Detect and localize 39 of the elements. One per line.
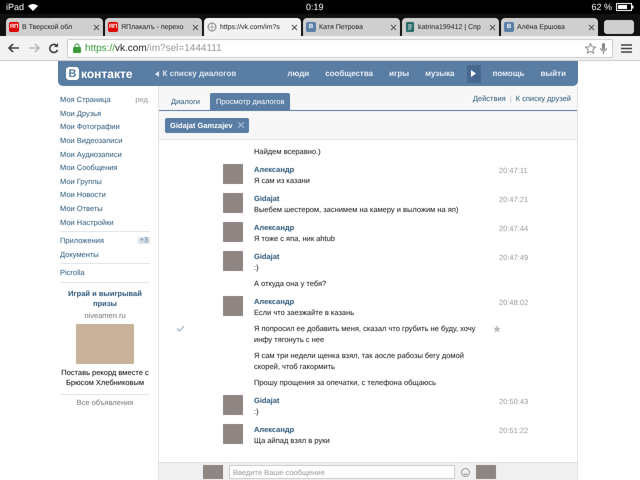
reload-icon[interactable] [48, 42, 59, 54]
nav-link[interactable]: игры [385, 69, 414, 78]
globe-icon [207, 22, 217, 32]
nav-link[interactable]: выйти [536, 69, 570, 78]
new-tab-button[interactable] [604, 20, 634, 34]
smiley-icon[interactable] [461, 468, 470, 476]
star-icon[interactable] [493, 325, 501, 333]
lock-icon [73, 43, 81, 53]
battery-icon [616, 3, 634, 11]
caret-icon [154, 70, 159, 76]
nav-link[interactable]: музыка [421, 69, 458, 78]
close-icon[interactable] [390, 24, 397, 30]
avatar-photo [203, 465, 223, 479]
device-name: iPad [6, 2, 24, 12]
wifi-icon [28, 3, 38, 11]
close-icon[interactable] [192, 24, 199, 30]
nav-link[interactable]: сообщества [321, 69, 378, 78]
close-icon[interactable] [489, 24, 496, 30]
close-icon[interactable] [93, 24, 100, 30]
star-icon[interactable] [585, 42, 596, 54]
document-icon [405, 22, 415, 32]
close-icon[interactable] [291, 24, 298, 30]
nav-link[interactable]: помощь [488, 69, 528, 78]
address-field[interactable]: https://vk.com/im?sel=1444111 [67, 38, 613, 58]
microphone-icon[interactable] [600, 42, 607, 54]
play-button[interactable] [466, 64, 480, 82]
clock: 0:19 [304, 2, 325, 12]
logo-mark[interactable]: В [66, 67, 79, 80]
back-icon[interactable] [8, 43, 20, 53]
menu-icon[interactable] [621, 44, 632, 52]
avatar-photo [476, 465, 496, 479]
play-icon [471, 70, 476, 77]
checkmark-icon[interactable] [176, 325, 185, 332]
battery-percent: 62 % [591, 2, 612, 12]
logo-text[interactable]: контакте [81, 66, 133, 80]
nav-link[interactable]: люди [283, 69, 314, 78]
close-icon[interactable] [588, 24, 595, 30]
forward-icon[interactable] [28, 43, 40, 53]
url-text: https://vk.com/im?sel=1444111 [85, 42, 222, 54]
